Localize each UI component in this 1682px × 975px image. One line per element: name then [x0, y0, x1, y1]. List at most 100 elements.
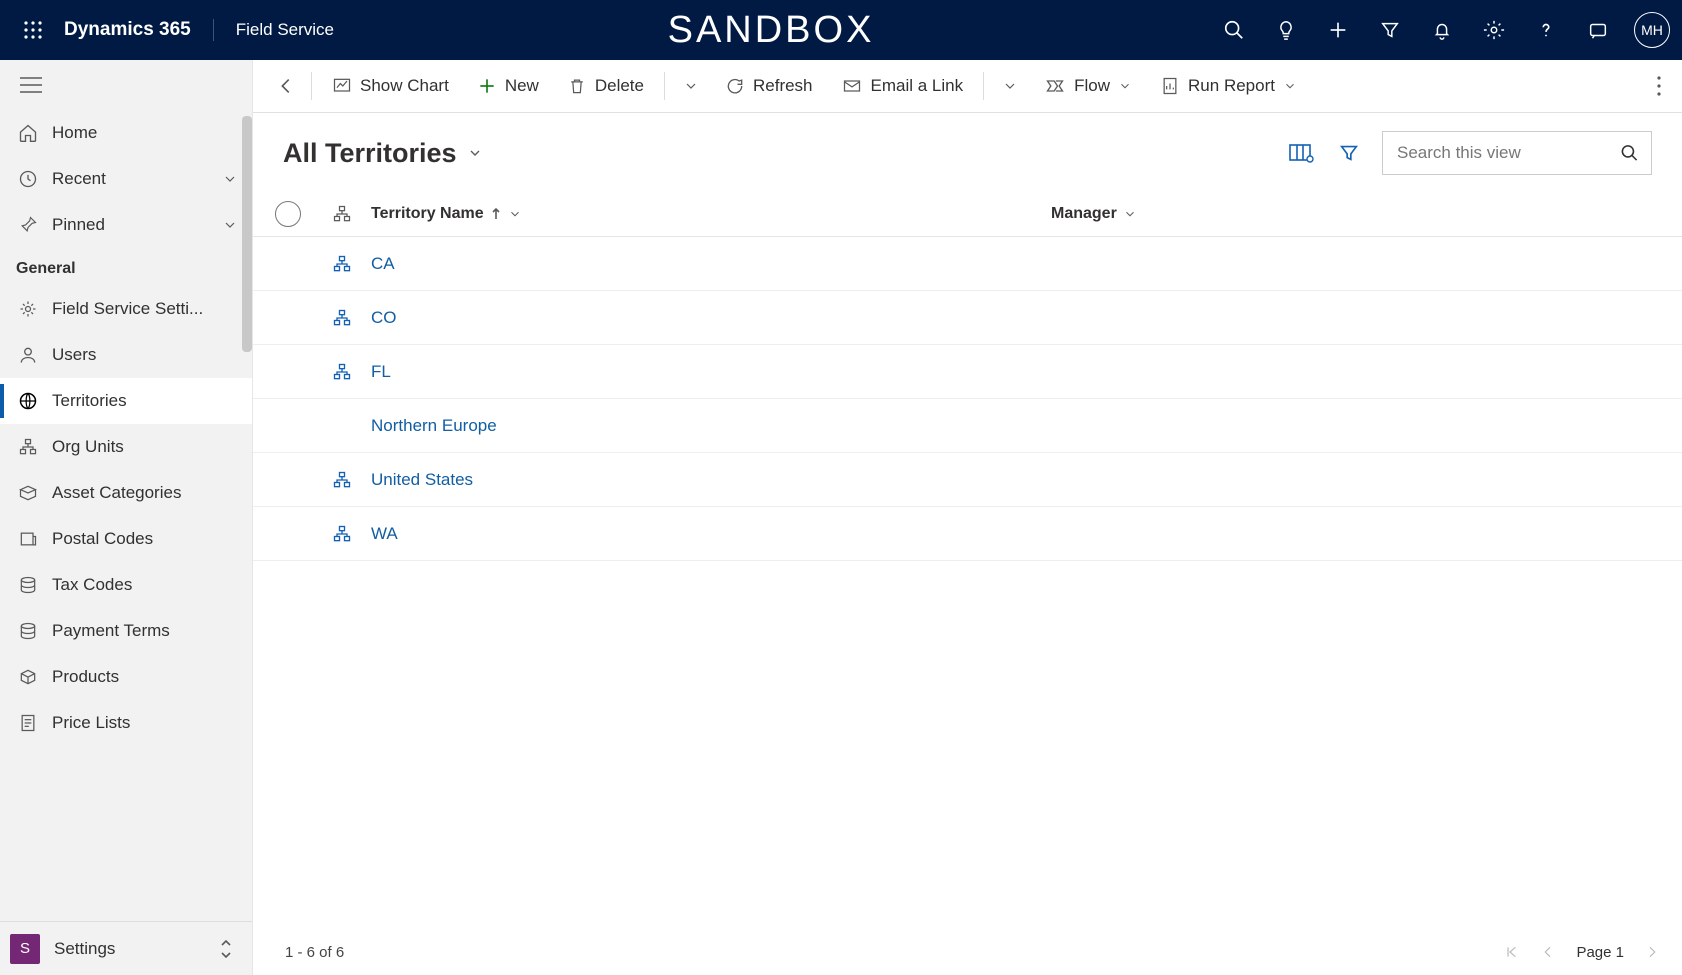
col-manager[interactable]: Manager	[1051, 205, 1682, 223]
trash-icon	[567, 76, 587, 96]
sidebar-item-home[interactable]: Home	[0, 110, 252, 156]
assistant-icon[interactable]	[1572, 6, 1624, 54]
chevron-down-icon	[683, 78, 699, 94]
table-row[interactable]: United States	[253, 453, 1682, 507]
chevron-down-icon	[1002, 78, 1018, 94]
gear-icon[interactable]	[1468, 6, 1520, 54]
globe-icon	[18, 391, 52, 411]
sidebar-item-price-lists[interactable]: Price Lists	[0, 700, 252, 746]
delete-split-chevron[interactable]	[671, 60, 711, 112]
grid-footer: 1 - 6 of 6 Page 1	[253, 929, 1682, 975]
sidebar-item-tax-codes[interactable]: Tax Codes	[0, 562, 252, 608]
hierarchy-icon[interactable]	[313, 362, 371, 382]
cmd-label: Email a Link	[871, 76, 964, 96]
territory-link[interactable]: Northern Europe	[371, 416, 497, 436]
app-launcher-icon[interactable]	[12, 20, 54, 40]
new-button[interactable]: New	[463, 60, 553, 112]
sidebar-item-label: Home	[52, 123, 97, 143]
territory-link[interactable]: United States	[371, 470, 473, 490]
clock-icon	[18, 169, 52, 189]
chevron-down-icon	[508, 207, 522, 221]
document-icon	[18, 713, 52, 733]
plus-icon[interactable]	[1312, 6, 1364, 54]
chevron-down-icon	[1118, 79, 1132, 93]
show-chart-button[interactable]: Show Chart	[318, 60, 463, 112]
delete-button[interactable]: Delete	[553, 60, 658, 112]
overflow-button[interactable]	[1636, 75, 1682, 97]
prev-page-button[interactable]	[1540, 944, 1556, 960]
refresh-icon	[725, 76, 745, 96]
col-label: Territory Name	[371, 205, 484, 223]
sidebar-section-general: General	[0, 248, 252, 286]
sidebar-item-payment-terms[interactable]: Payment Terms	[0, 608, 252, 654]
email-icon	[841, 76, 863, 96]
sidebar-item-products[interactable]: Products	[0, 654, 252, 700]
edit-columns-icon[interactable]	[1288, 142, 1314, 164]
view-search-box[interactable]	[1382, 131, 1652, 175]
sidebar-item-recent[interactable]: Recent	[0, 156, 252, 202]
chevron-down-icon	[222, 171, 238, 187]
gear-icon	[18, 299, 52, 319]
table-row[interactable]: CA	[253, 237, 1682, 291]
next-page-button[interactable]	[1644, 944, 1660, 960]
email-link-button[interactable]: Email a Link	[827, 60, 978, 112]
sidebar-item-postal-codes[interactable]: Postal Codes	[0, 516, 252, 562]
brand-label[interactable]: Dynamics 365	[64, 19, 214, 41]
global-icon-bar: MH	[1208, 6, 1670, 54]
question-icon[interactable]	[1520, 6, 1572, 54]
back-button[interactable]	[267, 75, 305, 97]
sidebar: Home Recent Pinned General	[0, 60, 253, 975]
record-count: 1 - 6 of 6	[285, 944, 344, 961]
flow-icon	[1044, 76, 1066, 96]
app-name-label[interactable]: Field Service	[236, 20, 334, 40]
org-icon	[18, 437, 52, 457]
search-input[interactable]	[1395, 142, 1620, 164]
sidebar-item-users[interactable]: Users	[0, 332, 252, 378]
table-row[interactable]: WA	[253, 507, 1682, 561]
filter-icon[interactable]	[1338, 142, 1360, 164]
hierarchy-header-icon[interactable]	[313, 204, 371, 224]
bell-icon[interactable]	[1416, 6, 1468, 54]
sidebar-item-pinned[interactable]: Pinned	[0, 202, 252, 248]
sidebar-item-asset-categories[interactable]: Asset Categories	[0, 470, 252, 516]
select-all[interactable]	[263, 201, 313, 227]
filter-icon[interactable]	[1364, 6, 1416, 54]
user-icon	[18, 345, 52, 365]
lightbulb-icon[interactable]	[1260, 6, 1312, 54]
table-row[interactable]: FL	[253, 345, 1682, 399]
hierarchy-icon[interactable]	[313, 470, 371, 490]
chevron-down-icon	[222, 217, 238, 233]
cmd-label: Refresh	[753, 76, 813, 96]
email-split-chevron[interactable]	[990, 60, 1030, 112]
table-row[interactable]: Northern Europe	[253, 399, 1682, 453]
territory-link[interactable]: CO	[371, 308, 397, 328]
sidebar-item-label: Pinned	[52, 215, 105, 235]
hierarchy-icon[interactable]	[313, 254, 371, 274]
territory-link[interactable]: FL	[371, 362, 391, 382]
nav-collapse-button[interactable]	[0, 60, 252, 110]
territory-link[interactable]: WA	[371, 524, 398, 544]
flow-button[interactable]: Flow	[1030, 60, 1146, 112]
table-row[interactable]: CO	[253, 291, 1682, 345]
refresh-button[interactable]: Refresh	[711, 60, 827, 112]
area-switcher[interactable]: S Settings	[0, 921, 252, 975]
first-page-button[interactable]	[1504, 944, 1520, 960]
run-report-button[interactable]: Run Report	[1146, 60, 1311, 112]
page-indicator: Page 1	[1576, 944, 1624, 961]
sidebar-item-fs-settings[interactable]: Field Service Setti...	[0, 286, 252, 332]
cmd-label: Delete	[595, 76, 644, 96]
col-territory-name[interactable]: Territory Name	[371, 205, 1051, 223]
environment-label: SANDBOX	[668, 9, 875, 52]
view-header: All Territories	[253, 113, 1682, 179]
hierarchy-icon[interactable]	[313, 524, 371, 544]
cmd-label: Flow	[1074, 76, 1110, 96]
search-icon[interactable]	[1208, 6, 1260, 54]
territory-link[interactable]: CA	[371, 254, 395, 274]
user-avatar[interactable]: MH	[1634, 12, 1670, 48]
view-selector[interactable]: All Territories	[283, 138, 483, 169]
sidebar-item-territories[interactable]: Territories	[0, 378, 252, 424]
sidebar-item-org-units[interactable]: Org Units	[0, 424, 252, 470]
sidebar-item-label: Recent	[52, 169, 106, 189]
cmd-label: Run Report	[1188, 76, 1275, 96]
hierarchy-icon[interactable]	[313, 308, 371, 328]
